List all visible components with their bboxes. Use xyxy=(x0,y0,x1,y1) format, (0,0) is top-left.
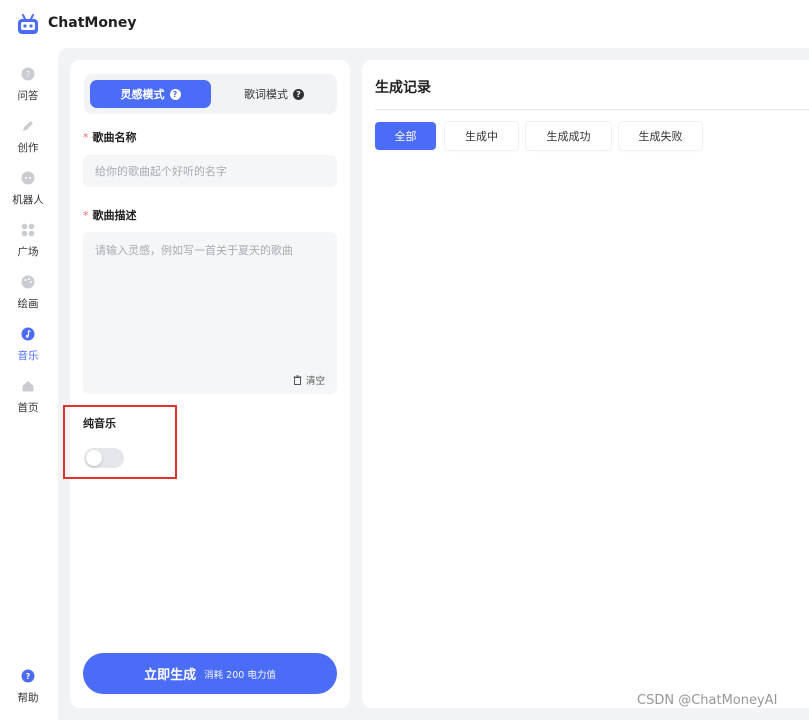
sidebar-item-qa[interactable]: ? 问答 xyxy=(0,64,56,108)
song-name-label: * 歌曲名称 xyxy=(83,129,137,145)
song-name-label-text: 歌曲名称 xyxy=(92,131,137,144)
sidebar-item-label: 机器人 xyxy=(12,194,44,206)
grid-icon xyxy=(20,222,36,238)
sidebar: ? 问答 创作 机器人 广场 绘画 音乐 首页 ? 帮助 xyxy=(0,48,56,720)
sidebar-item-label: 问答 xyxy=(17,90,39,102)
filter-all[interactable]: 全部 xyxy=(375,122,436,150)
divider xyxy=(375,109,809,110)
tab-lyrics-mode[interactable]: 歌词模式 ? xyxy=(214,80,334,108)
sidebar-item-label: 绘画 xyxy=(17,298,39,310)
tab-inspiration-mode[interactable]: 灵感模式 ? xyxy=(90,80,211,108)
music-note-icon xyxy=(20,326,36,342)
filter-generating[interactable]: 生成中 xyxy=(445,122,518,150)
sidebar-item-help[interactable]: ? 帮助 xyxy=(0,666,56,710)
svg-text:?: ? xyxy=(26,70,30,79)
music-form-panel: 灵感模式 ? 歌词模式 ? *歌曲名称 *歌曲描述 清空 纯音乐 立即生成 消耗… xyxy=(70,60,350,708)
help-icon[interactable]: ? xyxy=(169,88,181,100)
chat-bubble-icon: ? xyxy=(20,66,36,82)
robot-icon xyxy=(20,170,36,186)
robot-logo-icon xyxy=(16,14,40,36)
records-title: 生成记录 xyxy=(375,80,431,96)
filter-success[interactable]: 生成成功 xyxy=(526,122,611,150)
sidebar-item-create[interactable]: 创作 xyxy=(0,116,56,160)
sidebar-item-music[interactable]: 音乐 xyxy=(0,324,56,368)
sidebar-item-label: 帮助 xyxy=(17,692,39,704)
song-desc-label-text: 歌曲描述 xyxy=(92,209,137,222)
generate-label: 立即生成 xyxy=(144,668,197,683)
generate-cost: 消耗 200 电力值 xyxy=(204,669,276,681)
top-bar: ChatMoney xyxy=(0,0,809,48)
tab-label: 歌词模式 xyxy=(244,88,288,101)
sidebar-item-plaza[interactable]: 广场 xyxy=(0,220,56,264)
tab-label: 灵感模式 xyxy=(120,88,165,101)
generate-button[interactable]: 立即生成 消耗 200 电力值 xyxy=(83,653,337,694)
song-name-input[interactable] xyxy=(83,155,337,187)
mode-tabs: 灵感模式 ? 歌词模式 ? xyxy=(84,74,337,114)
help-icon: ? xyxy=(20,668,36,684)
help-icon[interactable]: ? xyxy=(293,88,304,100)
song-desc-textarea[interactable] xyxy=(83,232,337,394)
watermark: CSDN @ChatMoneyAI xyxy=(637,693,778,708)
pencil-icon xyxy=(20,118,36,134)
trash-icon xyxy=(293,375,302,385)
records-panel: 生成记录 全部 生成中 生成成功 生成失败 xyxy=(362,60,809,708)
svg-text:?: ? xyxy=(26,672,31,681)
required-mark: * xyxy=(83,209,89,222)
clear-button[interactable]: 清空 xyxy=(293,373,325,387)
sidebar-item-painting[interactable]: 绘画 xyxy=(0,272,56,316)
sidebar-item-label: 广场 xyxy=(17,246,39,258)
required-mark: * xyxy=(83,131,89,144)
clear-label: 清空 xyxy=(306,376,326,387)
sidebar-item-label: 创作 xyxy=(17,142,39,154)
highlight-annotation-box xyxy=(63,405,177,479)
sidebar-item-label: 音乐 xyxy=(17,350,39,362)
app-name: ChatMoney xyxy=(48,15,137,31)
sidebar-item-home[interactable]: 首页 xyxy=(0,376,56,420)
home-icon xyxy=(20,378,36,394)
song-desc-label: * 歌曲描述 xyxy=(83,207,137,223)
filter-failed[interactable]: 生成失败 xyxy=(619,122,702,150)
palette-icon xyxy=(20,274,36,290)
sidebar-item-robot[interactable]: 机器人 xyxy=(0,168,56,212)
sidebar-item-label: 首页 xyxy=(17,402,39,414)
